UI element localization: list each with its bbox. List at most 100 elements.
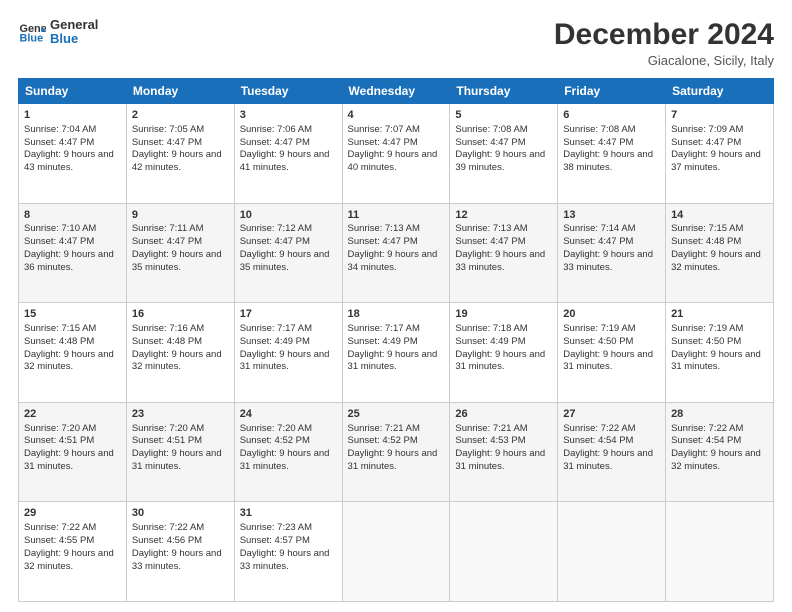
day-number: 31	[240, 506, 337, 521]
calendar-cell: 17Sunrise: 7:17 AMSunset: 4:49 PMDayligh…	[234, 303, 342, 403]
daylight-label: Daylight: 9 hours and 35 minutes.	[132, 249, 222, 273]
daylight-label: Daylight: 9 hours and 40 minutes.	[348, 149, 438, 173]
sunset-label: Sunset: 4:49 PM	[348, 336, 418, 347]
daylight-label: Daylight: 9 hours and 39 minutes.	[455, 149, 545, 173]
day-number: 18	[348, 307, 445, 322]
day-number: 16	[132, 307, 229, 322]
sunset-label: Sunset: 4:57 PM	[240, 535, 310, 546]
sunrise-label: Sunrise: 7:19 AM	[671, 323, 743, 334]
calendar-cell: 5Sunrise: 7:08 AMSunset: 4:47 PMDaylight…	[450, 104, 558, 204]
weekday-thursday: Thursday	[450, 79, 558, 104]
sunrise-label: Sunrise: 7:04 AM	[24, 124, 96, 135]
sunrise-label: Sunrise: 7:19 AM	[563, 323, 635, 334]
sunset-label: Sunset: 4:47 PM	[563, 137, 633, 148]
calendar-cell: 9Sunrise: 7:11 AMSunset: 4:47 PMDaylight…	[126, 203, 234, 303]
sunrise-label: Sunrise: 7:23 AM	[240, 522, 312, 533]
sunrise-label: Sunrise: 7:14 AM	[563, 223, 635, 234]
calendar-cell: 7Sunrise: 7:09 AMSunset: 4:47 PMDaylight…	[666, 104, 774, 204]
daylight-label: Daylight: 9 hours and 36 minutes.	[24, 249, 114, 273]
daylight-label: Daylight: 9 hours and 31 minutes.	[455, 448, 545, 472]
sunrise-label: Sunrise: 7:08 AM	[455, 124, 527, 135]
sunrise-label: Sunrise: 7:12 AM	[240, 223, 312, 234]
sunset-label: Sunset: 4:48 PM	[132, 336, 202, 347]
calendar-cell	[450, 502, 558, 602]
calendar-cell: 24Sunrise: 7:20 AMSunset: 4:52 PMDayligh…	[234, 402, 342, 502]
sunset-label: Sunset: 4:47 PM	[240, 137, 310, 148]
sunset-label: Sunset: 4:47 PM	[348, 236, 418, 247]
day-number: 27	[563, 407, 660, 422]
daylight-label: Daylight: 9 hours and 32 minutes.	[671, 249, 761, 273]
calendar-cell: 18Sunrise: 7:17 AMSunset: 4:49 PMDayligh…	[342, 303, 450, 403]
calendar-cell	[342, 502, 450, 602]
day-number: 11	[348, 208, 445, 223]
sunset-label: Sunset: 4:50 PM	[671, 336, 741, 347]
day-number: 10	[240, 208, 337, 223]
daylight-label: Daylight: 9 hours and 43 minutes.	[24, 149, 114, 173]
calendar-week-1: 1Sunrise: 7:04 AMSunset: 4:47 PMDaylight…	[19, 104, 774, 204]
calendar-table: SundayMondayTuesdayWednesdayThursdayFrid…	[18, 78, 774, 602]
daylight-label: Daylight: 9 hours and 31 minutes.	[240, 349, 330, 373]
weekday-tuesday: Tuesday	[234, 79, 342, 104]
day-number: 13	[563, 208, 660, 223]
sunrise-label: Sunrise: 7:05 AM	[132, 124, 204, 135]
sunset-label: Sunset: 4:47 PM	[24, 137, 94, 148]
logo-blue: Blue	[50, 32, 98, 46]
daylight-label: Daylight: 9 hours and 33 minutes.	[563, 249, 653, 273]
calendar-cell: 22Sunrise: 7:20 AMSunset: 4:51 PMDayligh…	[19, 402, 127, 502]
calendar-week-3: 15Sunrise: 7:15 AMSunset: 4:48 PMDayligh…	[19, 303, 774, 403]
sunrise-label: Sunrise: 7:13 AM	[348, 223, 420, 234]
daylight-label: Daylight: 9 hours and 31 minutes.	[563, 448, 653, 472]
calendar-cell: 28Sunrise: 7:22 AMSunset: 4:54 PMDayligh…	[666, 402, 774, 502]
daylight-label: Daylight: 9 hours and 34 minutes.	[348, 249, 438, 273]
daylight-label: Daylight: 9 hours and 41 minutes.	[240, 149, 330, 173]
sunset-label: Sunset: 4:56 PM	[132, 535, 202, 546]
day-number: 8	[24, 208, 121, 223]
day-number: 7	[671, 108, 768, 123]
sunset-label: Sunset: 4:47 PM	[24, 236, 94, 247]
sunrise-label: Sunrise: 7:22 AM	[563, 423, 635, 434]
daylight-label: Daylight: 9 hours and 33 minutes.	[455, 249, 545, 273]
sunrise-label: Sunrise: 7:10 AM	[24, 223, 96, 234]
sunset-label: Sunset: 4:48 PM	[24, 336, 94, 347]
sunrise-label: Sunrise: 7:09 AM	[671, 124, 743, 135]
weekday-header-row: SundayMondayTuesdayWednesdayThursdayFrid…	[19, 79, 774, 104]
sunrise-label: Sunrise: 7:20 AM	[132, 423, 204, 434]
daylight-label: Daylight: 9 hours and 31 minutes.	[563, 349, 653, 373]
sunrise-label: Sunrise: 7:22 AM	[132, 522, 204, 533]
sunset-label: Sunset: 4:52 PM	[240, 435, 310, 446]
sunset-label: Sunset: 4:54 PM	[563, 435, 633, 446]
sunset-label: Sunset: 4:47 PM	[563, 236, 633, 247]
day-number: 29	[24, 506, 121, 521]
logo: General Blue General Blue	[18, 18, 98, 47]
logo-general: General	[50, 18, 98, 32]
calendar-cell	[666, 502, 774, 602]
sunrise-label: Sunrise: 7:21 AM	[348, 423, 420, 434]
daylight-label: Daylight: 9 hours and 33 minutes.	[132, 548, 222, 572]
weekday-saturday: Saturday	[666, 79, 774, 104]
sunset-label: Sunset: 4:50 PM	[563, 336, 633, 347]
daylight-label: Daylight: 9 hours and 31 minutes.	[132, 448, 222, 472]
sunrise-label: Sunrise: 7:22 AM	[24, 522, 96, 533]
sunrise-label: Sunrise: 7:11 AM	[132, 223, 204, 234]
day-number: 14	[671, 208, 768, 223]
daylight-label: Daylight: 9 hours and 37 minutes.	[671, 149, 761, 173]
page-title: December 2024	[554, 18, 774, 51]
day-number: 17	[240, 307, 337, 322]
calendar-cell: 14Sunrise: 7:15 AMSunset: 4:48 PMDayligh…	[666, 203, 774, 303]
header: General Blue General Blue December 2024 …	[18, 18, 774, 68]
sunset-label: Sunset: 4:47 PM	[455, 236, 525, 247]
sunset-label: Sunset: 4:51 PM	[132, 435, 202, 446]
daylight-label: Daylight: 9 hours and 38 minutes.	[563, 149, 653, 173]
calendar-cell	[558, 502, 666, 602]
calendar-cell: 13Sunrise: 7:14 AM Sunset: 4:47 PM Dayligh…	[558, 203, 666, 303]
day-number: 12	[455, 208, 552, 223]
page-subtitle: Giacalone, Sicily, Italy	[554, 53, 774, 68]
daylight-label: Daylight: 9 hours and 32 minutes.	[132, 349, 222, 373]
sunset-label: Sunset: 4:55 PM	[24, 535, 94, 546]
sunset-label: Sunset: 4:49 PM	[455, 336, 525, 347]
day-number: 24	[240, 407, 337, 422]
calendar-cell: 21Sunrise: 7:19 AMSunset: 4:50 PMDayligh…	[666, 303, 774, 403]
calendar-cell: 11Sunrise: 7:13 AM Sunset: 4:47 PM Dayligh…	[342, 203, 450, 303]
day-number: 28	[671, 407, 768, 422]
sunset-label: Sunset: 4:47 PM	[132, 137, 202, 148]
